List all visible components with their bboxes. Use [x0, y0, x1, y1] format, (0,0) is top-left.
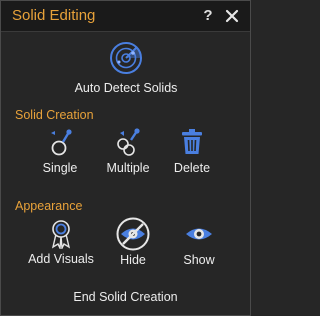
- solid-editing-panel: Solid Editing ? Auto Detect Solids Solid…: [0, 0, 251, 316]
- auto-detect-solids-button[interactable]: Auto Detect Solids: [56, 41, 196, 95]
- show-label: Show: [183, 253, 215, 267]
- multiple-button[interactable]: Multiple: [98, 127, 158, 175]
- eye-icon: [184, 219, 214, 249]
- auto-detect-solids-label: Auto Detect Solids: [74, 81, 178, 95]
- help-icon[interactable]: ?: [201, 6, 215, 26]
- show-button[interactable]: Show: [177, 219, 221, 267]
- multiple-solids-icon: [113, 127, 143, 157]
- delete-button[interactable]: Delete: [167, 127, 217, 175]
- end-solid-creation-button[interactable]: End Solid Creation: [1, 290, 250, 304]
- radar-icon: [109, 41, 143, 75]
- add-visuals-label: Add Visuals: [28, 252, 94, 266]
- title-bar: Solid Editing ?: [1, 1, 250, 32]
- panel-title: Solid Editing: [12, 7, 96, 24]
- close-icon[interactable]: [224, 8, 240, 24]
- eye-slash-icon: [116, 217, 150, 251]
- hide-button[interactable]: Hide: [113, 217, 153, 267]
- single-label: Single: [42, 161, 78, 175]
- multiple-label: Multiple: [106, 161, 150, 175]
- appearance-heading: Appearance: [15, 199, 83, 213]
- solid-creation-heading: Solid Creation: [15, 108, 94, 122]
- ribbon-badge-icon: [49, 219, 73, 249]
- hide-label: Hide: [120, 253, 146, 267]
- trash-icon: [179, 127, 205, 157]
- single-solid-icon: [46, 127, 74, 157]
- single-button[interactable]: Single: [34, 127, 86, 175]
- delete-label: Delete: [173, 161, 211, 175]
- add-visuals-button[interactable]: Add Visuals: [25, 219, 97, 266]
